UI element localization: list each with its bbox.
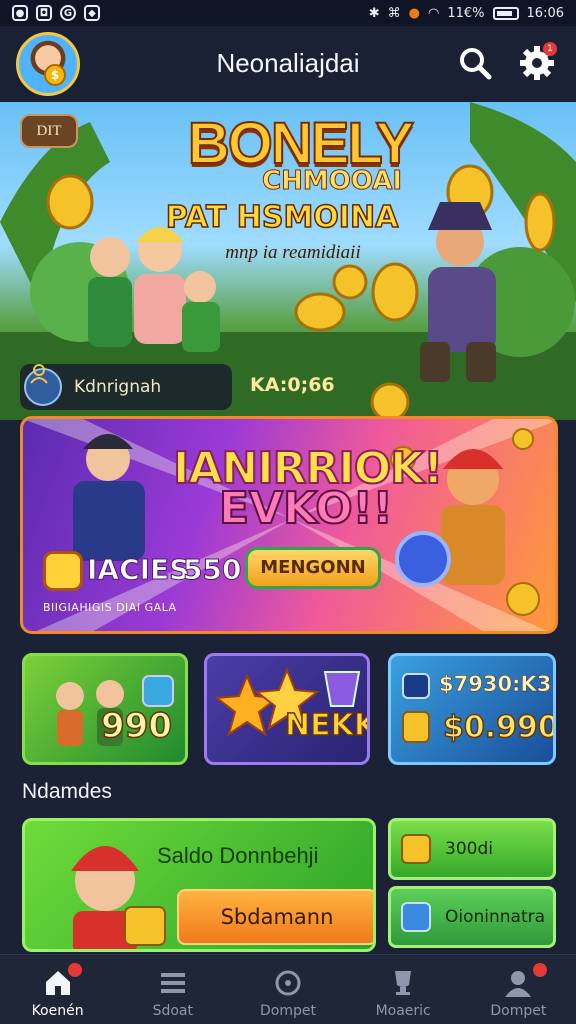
- app-header: $ Neonaliajdai 1: [0, 26, 576, 102]
- nav-label: Dompet: [259, 1003, 316, 1019]
- messenger-icon: ◆: [84, 5, 100, 21]
- wallet-icon: [275, 970, 301, 996]
- nav-label: Moaeric: [375, 1003, 431, 1019]
- featured-card-title: Saldo Donnbehji: [157, 843, 319, 868]
- nav-item-home[interactable]: Koenén: [0, 955, 115, 1024]
- notification-icon: ●: [12, 5, 28, 21]
- status-bar: ● ◘ G ◆ ✱ ⌘ ● ◠ 11€% 16:06: [0, 0, 576, 26]
- nav-badge: [532, 963, 547, 977]
- promo-fine-print: BIIGIAHIGIS DIAI GALA: [43, 601, 177, 614]
- app-icon: ◘: [36, 5, 52, 21]
- hero-subtitle-3: mnp ia reamidiaii: [225, 242, 361, 263]
- google-icon: G: [60, 5, 76, 21]
- game-tile-3[interactable]: $7930:K3 $0.990: [388, 653, 556, 765]
- hero-subtitle-1: CHMOOAI: [261, 166, 403, 197]
- nav-label: Sdoat: [152, 1003, 193, 1019]
- hero-player-value: KA:0;66: [250, 374, 335, 396]
- trophy-icon: [395, 971, 412, 995]
- nav-label: Koenén: [31, 1003, 84, 1019]
- small-card-1[interactable]: 300di: [388, 818, 556, 880]
- status-right: ✱ ⌘ ● ◠ 11€% 16:06: [369, 6, 564, 21]
- nav-item-profile[interactable]: Dompet: [461, 955, 576, 1024]
- search-icon[interactable]: [458, 46, 492, 80]
- bottom-nav: Koenén Sdoat Dompet Moaeric Dompet: [0, 954, 576, 1024]
- nav-label: Dompet: [490, 1003, 547, 1019]
- nav-badge: [68, 963, 82, 977]
- featured-card-button[interactable]: Sbdamann: [177, 889, 373, 945]
- wifi-icon: ◠: [428, 5, 440, 21]
- profile-icon: [505, 971, 532, 997]
- featured-card[interactable]: Saldo Donnbehji Sbdamann: [22, 818, 376, 952]
- player-name: Kdnrignah: [74, 377, 162, 397]
- nav-item-wallet[interactable]: Dompet: [230, 955, 345, 1024]
- promo-badge-icon: [43, 551, 83, 591]
- check-icon: [401, 902, 431, 932]
- tile-1-value: 990: [100, 705, 172, 747]
- promo-value: 550: [182, 553, 242, 587]
- hero-tag: DIT: [20, 114, 78, 148]
- tile-2-value: NEKK: [284, 707, 370, 744]
- status-text: 11€%: [447, 5, 485, 21]
- nav-item-trophy[interactable]: Moaeric: [346, 955, 461, 1024]
- small-card-1-label: 300di: [445, 839, 493, 859]
- tile-3-value: $0.990: [442, 709, 556, 746]
- status-left-icons: ● ◘ G ◆: [12, 5, 100, 21]
- game-tile-2[interactable]: NEKK: [204, 653, 370, 765]
- promo-title-2: EVKO!!: [218, 482, 394, 535]
- settings-badge: 1: [543, 42, 557, 56]
- hero-player-bar[interactable]: Kdnrignah: [20, 364, 232, 410]
- battery-icon: [492, 6, 519, 20]
- hero-banner[interactable]: DIT BONELY CHMOOAI PAT HSMOINA mnp ia re…: [0, 102, 576, 420]
- section-title: Ndamdes: [22, 780, 112, 803]
- small-card-2[interactable]: Oioninnatra: [388, 886, 556, 948]
- gold-bar-icon: [401, 834, 431, 864]
- promo-label: IACIES: [86, 553, 190, 587]
- promo-button[interactable]: MENGONN: [245, 547, 381, 589]
- small-card-2-label: Oioninnatra: [445, 907, 546, 927]
- menu-icon: [160, 973, 185, 993]
- tile-3-top: $7930:K3: [439, 672, 552, 697]
- nav-item-menu[interactable]: Sdoat: [115, 955, 230, 1024]
- status-time: 16:06: [526, 5, 564, 21]
- hero-subtitle-2: PAT HSMOINA: [165, 199, 399, 236]
- vibrate-icon: ⌘: [387, 5, 401, 21]
- alert-icon: ●: [408, 5, 421, 21]
- promo-banner[interactable]: IANIRRIOK! EVKO!! IACIES 550 MENGONN BII…: [20, 416, 558, 634]
- bluetooth-icon: ✱: [368, 5, 380, 21]
- user-icon: [30, 364, 48, 384]
- game-tile-1[interactable]: 990: [22, 653, 188, 765]
